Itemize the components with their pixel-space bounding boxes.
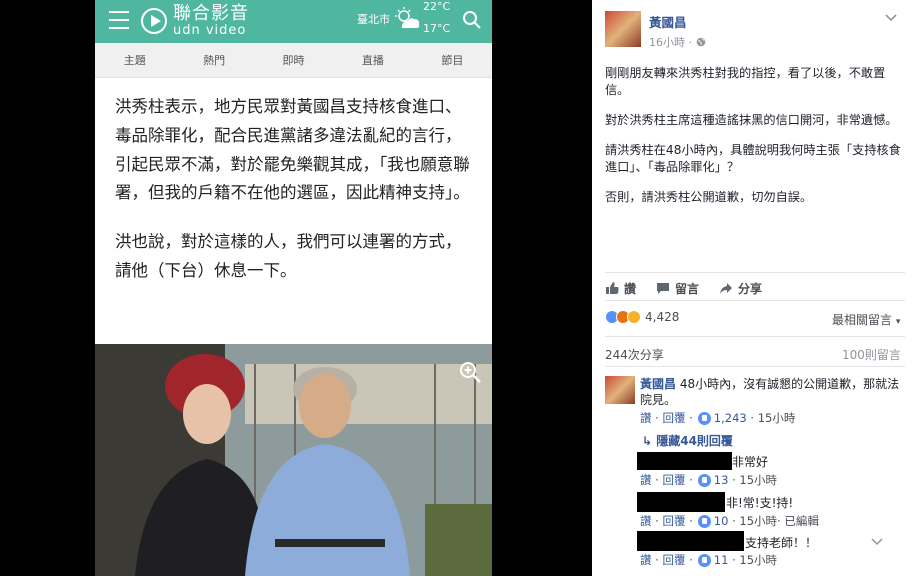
menu-icon[interactable] [109, 11, 129, 29]
reply-like-count[interactable]: 10 [714, 514, 729, 528]
like-count-icon [697, 473, 711, 487]
like-count-icon [697, 411, 711, 425]
post-paragraph: 對於洪秀柱主席這種造謠抹黑的信口開河，非常遺憾。 [605, 113, 898, 127]
chevron-down-icon[interactable] [871, 538, 883, 546]
comment-like-count[interactable]: 1,243 [714, 411, 747, 425]
redacted-avatar-name [637, 531, 744, 551]
comment-author[interactable]: 黃國昌 [640, 377, 676, 391]
post-paragraph: 剛剛朋友轉來洪秀柱對我的指控，看了以後，不敢置信。 [605, 66, 886, 97]
like-count-icon [697, 553, 711, 567]
tab-popular[interactable]: 熱門 [174, 43, 253, 77]
divider [605, 366, 905, 367]
article-paragraph: 洪也說，對於這樣的人，我們可以連署的方式，請他（下台）休息一下。 [115, 232, 462, 280]
temp-low: 17°C [423, 22, 451, 35]
comment-meta: 讚 · 回覆 · 1,243 · 15小時 [640, 410, 796, 426]
like-count-icon [697, 514, 711, 528]
comment-count[interactable]: 100則留言 [842, 346, 901, 363]
reply-reply-link[interactable]: 回覆 [662, 472, 685, 488]
post-actions: 讚 留言 分享 [605, 278, 782, 298]
globe-icon [696, 37, 705, 47]
hidden-replies-link[interactable]: ↳ 隱藏44則回覆 [642, 432, 733, 449]
tab-live[interactable]: 直播 [333, 43, 412, 77]
comment-body: 48小時內，沒有誠懇的公開道歉，那就法院見。 [640, 377, 900, 407]
app-name-en: udn video [173, 23, 247, 38]
comment-text: 黃國昌 48小時內，沒有誠懇的公開道歉，那就法院見。 [640, 376, 905, 408]
reaction-summary[interactable]: 4,428 [605, 310, 679, 324]
reply-meta: 讚 · 回覆 · 10 · 15小時 · 已編輯 [640, 513, 819, 529]
avatar[interactable] [605, 11, 641, 47]
article-body: 洪秀柱表示，地方民眾對黃國昌支持核食進口、毒品除罪化，配合民進黨諸多違法亂紀的言… [95, 78, 492, 344]
share-count[interactable]: 244次分享 [605, 346, 664, 363]
comment-like-link[interactable]: 讚 [640, 410, 652, 426]
reply-like-count[interactable]: 11 [714, 553, 729, 567]
news-photo[interactable] [95, 344, 492, 576]
redacted-avatar-name [637, 492, 725, 512]
divider [605, 300, 905, 301]
weather-icon [395, 7, 420, 28]
avatar[interactable] [605, 376, 635, 404]
post-author[interactable]: 黃國昌 [649, 12, 687, 31]
app-header: 聯合影音 udn video 臺北市 22°C 17°C [95, 0, 492, 43]
reply-like-link[interactable]: 讚 [640, 472, 652, 488]
comment-sort-dropdown[interactable]: 最相關留言 ▾ [832, 311, 900, 328]
tab-programs[interactable]: 節目 [413, 43, 492, 77]
temp-high: 22°C [423, 0, 451, 13]
reply-meta: 讚 · 回覆 · 13 · 15小時 [640, 472, 778, 488]
reply-text: 非!常!支!持! [726, 496, 794, 510]
reply-arrow-icon: ↳ [642, 434, 657, 448]
share-icon [720, 283, 733, 294]
article-paragraph: 洪秀柱表示，地方民眾對黃國昌支持核食進口、毒品除罪化，配合民進黨諸多違法亂紀的言… [115, 97, 470, 203]
zoom-icon[interactable] [458, 360, 482, 384]
app-logo[interactable]: 聯合影音 udn video [141, 4, 249, 37]
comment-icon [657, 283, 670, 294]
reply-like-link[interactable]: 讚 [640, 552, 652, 568]
news-photo-image [95, 344, 492, 576]
comment-button[interactable]: 留言 [656, 278, 699, 298]
post-time-text: 16小時 · [649, 36, 696, 49]
like-label: 讚 [624, 281, 637, 296]
tab-topic[interactable]: 主題 [95, 43, 174, 77]
reply-time[interactable]: 15小時 [739, 513, 777, 529]
comment-label: 留言 [675, 281, 700, 296]
reply-text: 支持老師！！ [745, 536, 818, 550]
tab-realtime[interactable]: 即時 [254, 43, 333, 77]
comment-sort-label: 最相關留言 [832, 313, 893, 327]
divider [605, 272, 905, 273]
hidden-replies-text: 隱藏44則回覆 [656, 434, 733, 448]
post-paragraph: 否則，請洪秀柱公開道歉，切勿自誤。 [605, 190, 813, 204]
haha-reaction-icon [627, 310, 641, 324]
divider [605, 336, 905, 337]
reply-time[interactable]: 15小時 [739, 552, 777, 568]
play-logo-icon [141, 7, 167, 34]
reply-reply-link[interactable]: 回覆 [662, 552, 685, 568]
search-icon[interactable] [462, 10, 482, 30]
comment-reply-link[interactable]: 回覆 [662, 410, 685, 426]
reply-text: 非常好 [732, 455, 769, 469]
caret-down-icon: ▾ [895, 317, 901, 327]
post-time[interactable]: 16小時 · [649, 34, 706, 50]
category-tabs: 主題 熱門 即時 直播 節目 [95, 43, 492, 78]
share-button[interactable]: 分享 [719, 278, 762, 298]
like-button[interactable]: 讚 [605, 278, 636, 298]
reply-like-count[interactable]: 13 [714, 473, 729, 487]
like-icon [606, 282, 619, 294]
weather-city: 臺北市 [357, 13, 390, 26]
reply-time[interactable]: 15小時 [739, 472, 777, 488]
reaction-count: 4,428 [645, 310, 680, 324]
app-name-cn: 聯合影音 [173, 3, 249, 24]
news-phone-screen: 聯合影音 udn video 臺北市 22°C 17°C 主題 熱門 即時 直播… [95, 0, 492, 576]
reply-reply-link[interactable]: 回覆 [662, 513, 685, 529]
post-text: 剛剛朋友轉來洪秀柱對我的指控，看了以後，不敢置信。 對於洪秀柱主席這種造謠抹黑的… [605, 65, 905, 219]
reply-like-link[interactable]: 讚 [640, 513, 652, 529]
chevron-down-icon[interactable] [885, 14, 897, 22]
redacted-avatar-name [637, 452, 732, 470]
share-label: 分享 [738, 281, 763, 296]
reply-meta: 讚 · 回覆 · 11 · 15小時 [640, 552, 778, 568]
comment-time[interactable]: 15小時 [758, 410, 796, 426]
facebook-post: 黃國昌 16小時 · 剛剛朋友轉來洪秀柱對我的指控，看了以後，不敢置信。 對於洪… [592, 0, 919, 576]
post-paragraph: 請洪秀柱在48小時內，具體說明我何時主張「支持核食進口」、「毒品除罪化」？ [605, 143, 901, 174]
reply-edited[interactable]: · 已編輯 [777, 513, 819, 529]
